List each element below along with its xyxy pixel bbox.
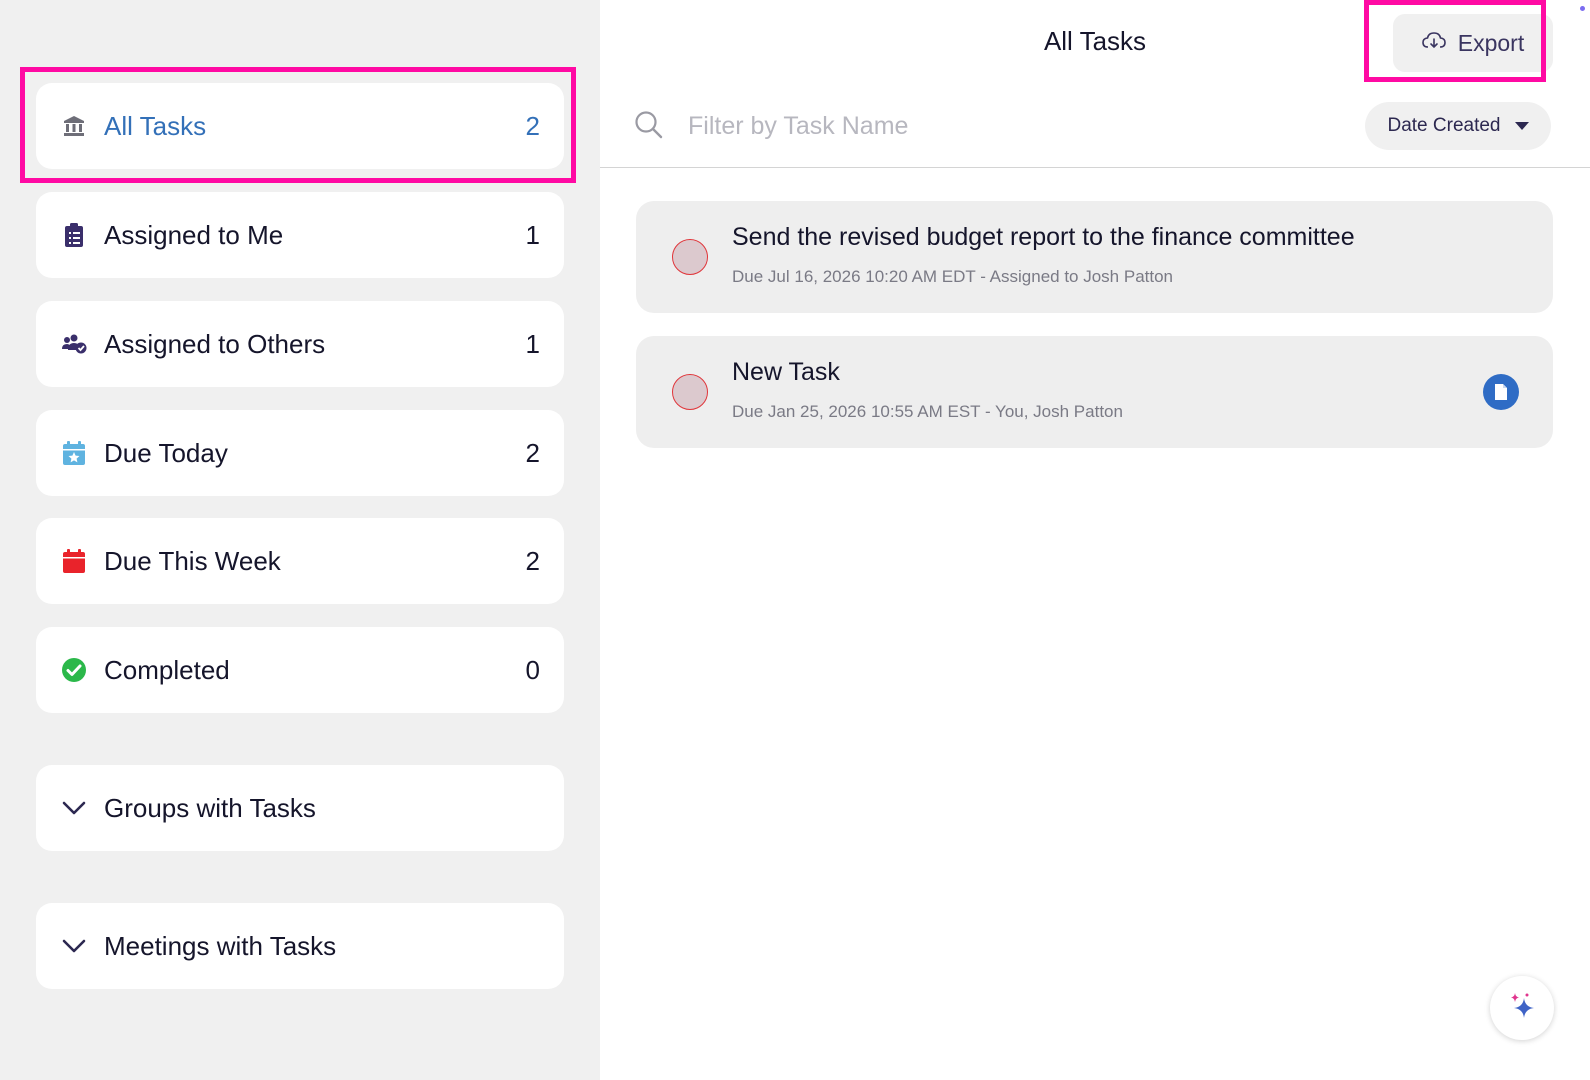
sidebar-item-assigned-to-others[interactable]: Assigned to Others 1 [36,301,564,387]
export-button[interactable]: Export [1393,14,1553,72]
sidebar-item-count: 2 [525,437,540,468]
sidebar-item-count: 1 [525,328,540,359]
main-panel: All Tasks Export Date Created Send the r… [600,0,1590,1080]
sidebar-item-label: Completed [104,654,230,685]
status-dot [1580,6,1585,11]
task-meta: Due Jan 25, 2026 10:55 AM EST - You, Jos… [732,402,1123,421]
task-card[interactable]: New Task Due Jan 25, 2026 10:55 AM EST -… [636,336,1553,448]
sort-dropdown[interactable]: Date Created [1365,102,1551,150]
sidebar-item-assigned-to-me[interactable]: Assigned to Me 1 [36,192,564,278]
sidebar-item-label: All Tasks [104,110,207,141]
task-card[interactable]: Send the revised budget report to the fi… [636,201,1553,313]
clipboard-icon [60,221,88,249]
calendar-star-icon [60,439,88,467]
sidebar-item-label: Due This Week [104,545,281,576]
cloud-download-icon [1421,30,1446,57]
task-meta: Due Jul 16, 2026 10:20 AM EDT - Assigned… [732,267,1174,286]
task-title: Send the revised budget report to the fi… [732,223,1355,251]
document-icon[interactable] [1483,374,1519,410]
chevron-down-icon [60,932,88,960]
task-complete-toggle[interactable] [672,374,708,410]
sidebar-group-meetings-with-tasks[interactable]: Meetings with Tasks [36,903,564,989]
ai-assistant-button[interactable] [1490,976,1554,1040]
search-icon [634,110,664,145]
search-bar: Date Created [600,100,1590,168]
sidebar-item-all-tasks[interactable]: All Tasks 2 [36,83,564,169]
sidebar-item-count: 2 [525,545,540,576]
sidebar-item-due-this-week[interactable]: Due This Week 2 [36,518,564,604]
sidebar-item-completed[interactable]: Completed 0 [36,627,564,713]
sidebar-group-label: Groups with Tasks [104,792,316,823]
sort-selected-label: Date Created [1387,115,1501,136]
caret-down-icon [1514,115,1529,137]
task-complete-toggle[interactable] [672,239,708,275]
sidebar-group-label: Meetings with Tasks [104,930,337,961]
sidebar-item-count: 1 [525,219,540,250]
users-check-icon [60,330,88,358]
chevron-down-icon [60,794,88,822]
sidebar: All Tasks 2 Assigned to Me 1 Assigned to… [0,0,600,1080]
calendar-icon [60,547,88,575]
sparkle-icon [1507,990,1537,1027]
sidebar-item-label: Due Today [104,437,228,468]
search-input[interactable] [688,104,1248,148]
sidebar-item-due-today[interactable]: Due Today 2 [36,410,564,496]
bank-icon [60,112,88,140]
task-title: New Task [732,358,840,386]
sidebar-item-count: 0 [525,654,540,685]
sidebar-item-label: Assigned to Me [104,219,284,250]
sidebar-item-count: 2 [525,110,540,141]
sidebar-item-label: Assigned to Others [104,328,326,359]
check-circle-icon [60,656,88,684]
export-label: Export [1457,29,1525,56]
sidebar-group-groups-with-tasks[interactable]: Groups with Tasks [36,765,564,851]
